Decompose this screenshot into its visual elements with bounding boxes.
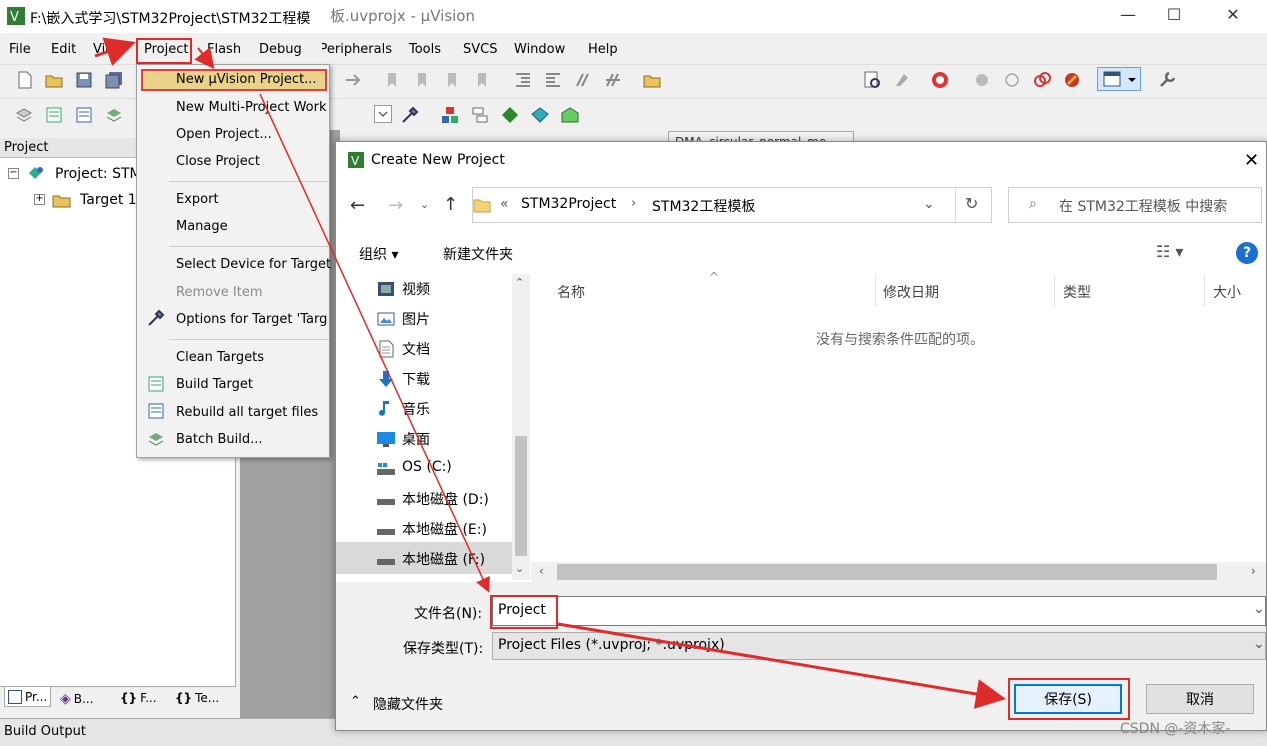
arrow-to-new-project: [194, 47, 215, 70]
arrow-to-filename: [259, 93, 490, 593]
watermark: CSDN @-资木家-: [1120, 721, 1231, 737]
arrow-to-save: [557, 622, 1006, 709]
arrow-to-project-menu: [94, 37, 136, 66]
annotation-arrows: [94, 37, 1006, 709]
